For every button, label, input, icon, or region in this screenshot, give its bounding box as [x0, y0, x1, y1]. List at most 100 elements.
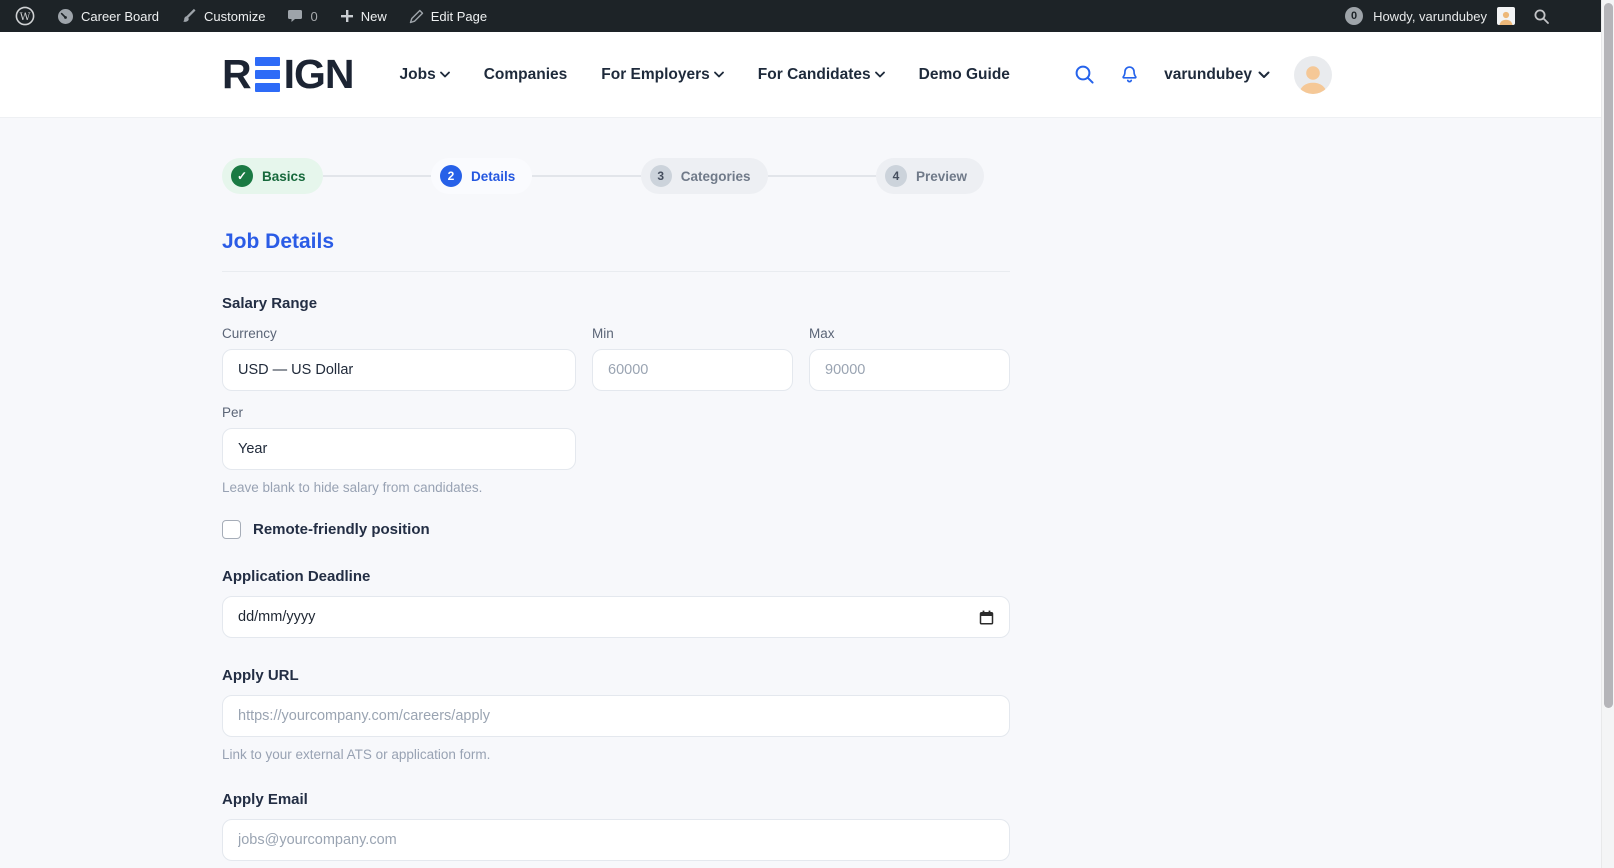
min-field: Min: [592, 326, 793, 391]
adminbar-customize[interactable]: Customize: [170, 0, 276, 32]
chevron-down-icon: [874, 71, 885, 78]
max-field: Max: [809, 326, 1010, 391]
salary-min-input[interactable]: [592, 349, 793, 391]
username-label: varundubey: [1164, 65, 1252, 83]
wp-admin-bar: W Career Board Customize 0 New Edit Page…: [0, 0, 1614, 32]
header-inner: R IGN Jobs Companies For Employers For C…: [222, 51, 1332, 98]
main-content: ✓ Basics 2 Details 3 Categories 4 Previe…: [222, 158, 1010, 868]
divider: [222, 271, 1010, 272]
currency-select[interactable]: USD — US Dollar: [222, 349, 576, 391]
step-connector: [532, 175, 641, 177]
step-label: Preview: [915, 168, 968, 184]
apply-url-input[interactable]: [222, 695, 1010, 737]
remote-checkbox[interactable]: [222, 520, 241, 539]
adminbar-search-icon[interactable]: [1533, 8, 1550, 25]
adminbar-site-name[interactable]: Career Board: [46, 0, 170, 32]
nav-item-companies[interactable]: Companies: [484, 66, 568, 84]
nav-label: For Candidates: [757, 65, 871, 83]
user-menu[interactable]: varundubey: [1164, 66, 1270, 84]
step-number: 4: [884, 165, 907, 187]
logo-suffix: IGN: [283, 51, 355, 97]
nav-item-demo-guide[interactable]: Demo Guide: [919, 66, 1010, 84]
dashboard-gauge-icon: [57, 8, 74, 25]
step-categories[interactable]: 3 Categories: [640, 158, 768, 194]
adminbar-edit-page[interactable]: Edit Page: [398, 0, 498, 32]
per-label: Per: [222, 405, 244, 420]
step-details[interactable]: 2 Details: [431, 158, 533, 194]
adminbar-comments-count: 0: [310, 8, 318, 24]
nav-label: For Employers: [601, 65, 710, 83]
adminbar-new[interactable]: New: [329, 0, 398, 32]
apply-email-input[interactable]: [222, 819, 1010, 861]
step-basics[interactable]: ✓ Basics: [222, 158, 323, 194]
updates-count-badge[interactable]: 0: [1345, 7, 1364, 25]
currency-value: USD — US Dollar: [238, 362, 354, 378]
nav-item-for-employers[interactable]: For Employers: [601, 66, 724, 84]
step-number: 3: [649, 165, 672, 187]
plus-icon: [340, 9, 354, 23]
adminbar-edit-page-label: Edit Page: [430, 8, 488, 24]
nav-item-for-candidates[interactable]: For Candidates: [758, 66, 885, 84]
per-select[interactable]: Year: [222, 428, 576, 470]
calendar-icon[interactable]: [979, 610, 994, 625]
logo-e-bars: [254, 57, 280, 92]
nav-label: Jobs: [399, 65, 436, 83]
salary-range-heading: Salary Range: [222, 295, 318, 312]
date-placeholder-text: dd/mm/yyyy: [238, 609, 316, 625]
apply-url-label: Apply URL: [222, 667, 299, 684]
adminbar-customize-label: Customize: [204, 8, 266, 24]
svg-text:W: W: [20, 11, 31, 23]
deadline-date-input[interactable]: dd/mm/yyyy: [222, 596, 1010, 638]
site-header: R IGN Jobs Companies For Employers For C…: [0, 32, 1614, 118]
adminbar-right: 0 Howdy, varundubey: [1345, 7, 1550, 25]
adminbar-comments[interactable]: 0: [276, 0, 328, 32]
per-value: Year: [238, 441, 268, 457]
salary-grid: Currency USD — US Dollar Min Max: [222, 326, 1010, 391]
step-connector: [322, 175, 431, 177]
max-label: Max: [809, 326, 835, 341]
salary-max-input[interactable]: [809, 349, 1010, 391]
step-label: Basics: [262, 168, 306, 184]
comment-bubble-icon: [287, 8, 303, 24]
step-label: Categories: [680, 168, 751, 184]
howdy-label[interactable]: Howdy, varundubey: [1373, 9, 1487, 24]
page-title: Job Details: [222, 230, 335, 253]
header-search-icon[interactable]: [1074, 64, 1095, 85]
deadline-label: Application Deadline: [222, 568, 371, 585]
wp-logo-menu[interactable]: W: [4, 0, 46, 32]
page-scrollbar[interactable]: [1601, 0, 1614, 868]
currency-label: Currency: [222, 326, 277, 341]
reign-logo[interactable]: R IGN: [222, 51, 355, 98]
logo-prefix: R: [222, 51, 252, 97]
apply-email-label: Apply Email: [222, 791, 308, 808]
nav-label: Demo Guide: [918, 65, 1010, 83]
header-avatar[interactable]: [1294, 55, 1332, 94]
nav-item-jobs[interactable]: Jobs: [400, 66, 450, 84]
step-connector: [767, 175, 876, 177]
per-field: Per Year: [222, 405, 576, 470]
step-label: Details: [471, 168, 516, 184]
min-label: Min: [592, 326, 614, 341]
chevron-down-icon: [439, 71, 450, 78]
step-preview[interactable]: 4 Preview: [875, 158, 985, 194]
remote-friendly-row[interactable]: Remote-friendly position: [222, 520, 1010, 539]
scrollbar-thumb[interactable]: [1604, 3, 1613, 708]
apply-url-help-text: Link to your external ATS or application…: [222, 747, 491, 762]
adminbar-avatar[interactable]: [1497, 7, 1515, 25]
nav-label: Companies: [483, 65, 568, 83]
main-nav: Jobs Companies For Employers For Candida…: [400, 66, 1010, 84]
adminbar-new-label: New: [360, 8, 387, 24]
chevron-down-icon: [713, 71, 724, 78]
wizard-stepper: ✓ Basics 2 Details 3 Categories 4 Previe…: [222, 158, 985, 194]
pencil-icon: [409, 9, 424, 24]
step-number: 2: [440, 165, 462, 187]
step-check-icon: ✓: [231, 165, 253, 187]
currency-field: Currency USD — US Dollar: [222, 326, 576, 391]
notifications-bell-icon[interactable]: [1119, 64, 1140, 85]
wordpress-logo-icon: W: [15, 6, 35, 26]
chevron-down-icon: [1258, 71, 1270, 78]
salary-help-text: Leave blank to hide salary from candidat…: [222, 480, 483, 495]
customize-brush-icon: [181, 8, 197, 24]
header-right: varundubey: [1074, 55, 1332, 94]
remote-label: Remote-friendly position: [253, 521, 430, 538]
